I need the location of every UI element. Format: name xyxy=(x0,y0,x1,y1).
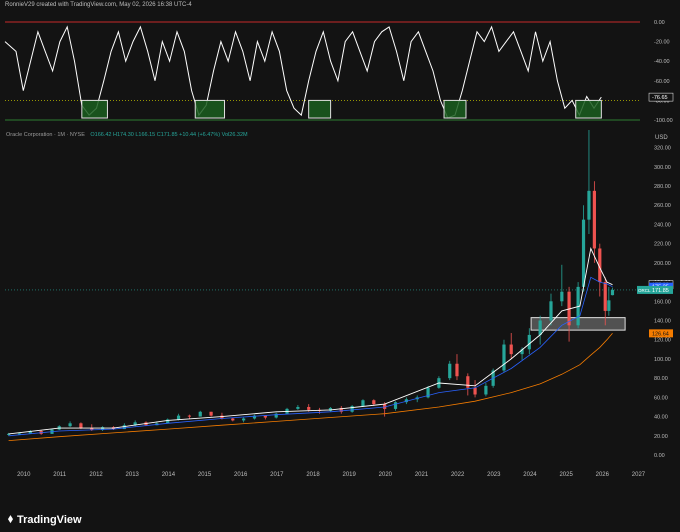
indicator-tick-label: -100.00 xyxy=(654,118,673,124)
candle-body xyxy=(350,406,354,412)
price-tick-label: 100.00 xyxy=(654,357,671,363)
candle-body xyxy=(198,411,202,417)
candle-body xyxy=(549,301,553,321)
moving-average-line xyxy=(8,247,613,435)
price-tick-label: 80.00 xyxy=(654,376,668,382)
candle-body xyxy=(581,219,586,287)
year-tick-label: 2017 xyxy=(270,472,284,478)
price-pane: USD 320.00 300.00 280.00 260.00 240.00 220.00… xyxy=(5,130,674,478)
price-tick-label: 0.00 xyxy=(654,453,665,459)
candle-body xyxy=(361,400,365,407)
candle-body xyxy=(592,190,596,249)
candle-body xyxy=(509,344,513,355)
price-tick-label: 160.00 xyxy=(654,299,671,305)
symbol-tag-label: ORCL xyxy=(638,288,651,293)
year-tick-label: 2025 xyxy=(559,472,573,478)
candle-body xyxy=(17,433,22,435)
candle-body xyxy=(231,418,235,421)
indicator-pane: 0.00-20.00-40.00-60.00-80.00-100.00-76.6… xyxy=(4,20,674,124)
year-tick-label: 2016 xyxy=(234,472,248,478)
year-tick-label: 2027 xyxy=(632,472,646,478)
candle-body xyxy=(466,376,470,388)
price-badge-label: 126.64 xyxy=(652,331,669,337)
candle-body xyxy=(242,418,246,421)
candle-body xyxy=(448,363,452,379)
candle-body xyxy=(455,363,459,377)
candle-body xyxy=(502,344,506,371)
year-tick-label: 2026 xyxy=(596,472,610,478)
year-tick-label: 2013 xyxy=(126,472,140,478)
candle-body xyxy=(296,406,300,409)
year-tick-label: 2022 xyxy=(451,472,465,478)
price-tick-label: 300.00 xyxy=(654,165,671,171)
price-tick-label: 280.00 xyxy=(654,184,671,190)
price-tick-label: 220.00 xyxy=(654,242,671,248)
indicator-tick-label: -40.00 xyxy=(654,59,670,65)
candle-body xyxy=(187,415,192,417)
candle-body xyxy=(209,411,213,416)
tradingview-mark-icon: ⬧ xyxy=(8,513,13,525)
candle-body xyxy=(603,282,607,311)
candle-body xyxy=(393,402,398,409)
tradingview-logo[interactable]: ⬧ TradingView xyxy=(8,513,82,526)
candle-body xyxy=(587,190,591,220)
price-tick-label: 200.00 xyxy=(654,261,671,267)
candle-body xyxy=(473,387,477,395)
oversold-box xyxy=(81,99,108,119)
year-tick-label: 2014 xyxy=(162,472,176,478)
candle-body xyxy=(610,289,615,296)
indicator-tick-label: -60.00 xyxy=(654,79,670,85)
price-badge-label: 171.85 xyxy=(652,288,669,294)
oversold-box xyxy=(194,99,226,119)
candle-body xyxy=(560,291,564,302)
price-tick-label: 120.00 xyxy=(654,338,671,344)
price-tick-label: 20.00 xyxy=(654,434,668,440)
price-tick-label: 40.00 xyxy=(654,415,668,421)
candle-body xyxy=(484,385,488,395)
price-tick-label: 240.00 xyxy=(654,222,671,228)
currency-label: USD xyxy=(655,135,668,141)
price-tick-label: 260.00 xyxy=(654,203,671,209)
chart-screenshot: RonnieV29 created with TradingView.com, … xyxy=(0,0,680,532)
year-tick-label: 2023 xyxy=(487,472,501,478)
year-tick-label: 2012 xyxy=(89,472,103,478)
price-tick-label: 320.00 xyxy=(654,146,671,152)
year-tick-label: 2021 xyxy=(415,472,429,478)
year-tick-label: 2011 xyxy=(53,472,67,478)
candle-body xyxy=(176,415,181,420)
indicator-current-value: -76.65 xyxy=(652,95,668,101)
year-tick-label: 2024 xyxy=(523,472,537,478)
oversold-box xyxy=(308,99,332,119)
candle-body xyxy=(538,320,542,335)
candle-body xyxy=(527,334,531,350)
candle-body xyxy=(68,423,72,427)
oversold-box xyxy=(575,99,602,119)
price-tick-label: 60.00 xyxy=(654,395,668,401)
candle-body xyxy=(79,423,83,429)
year-tick-label: 2019 xyxy=(343,472,357,478)
year-tick-label: 2015 xyxy=(198,472,212,478)
oversold-box xyxy=(443,99,467,119)
candle-body xyxy=(607,300,611,311)
year-tick-label: 2020 xyxy=(379,472,393,478)
price-tick-label: 140.00 xyxy=(654,319,671,325)
year-tick-label: 2018 xyxy=(306,472,320,478)
candle-body xyxy=(307,406,311,410)
indicator-tick-label: 0.00 xyxy=(654,20,665,26)
candle-body xyxy=(372,400,376,405)
year-tick-label: 2010 xyxy=(17,472,31,478)
indicator-tick-label: -20.00 xyxy=(654,40,670,46)
tradingview-logo-text: TradingView xyxy=(16,513,82,526)
